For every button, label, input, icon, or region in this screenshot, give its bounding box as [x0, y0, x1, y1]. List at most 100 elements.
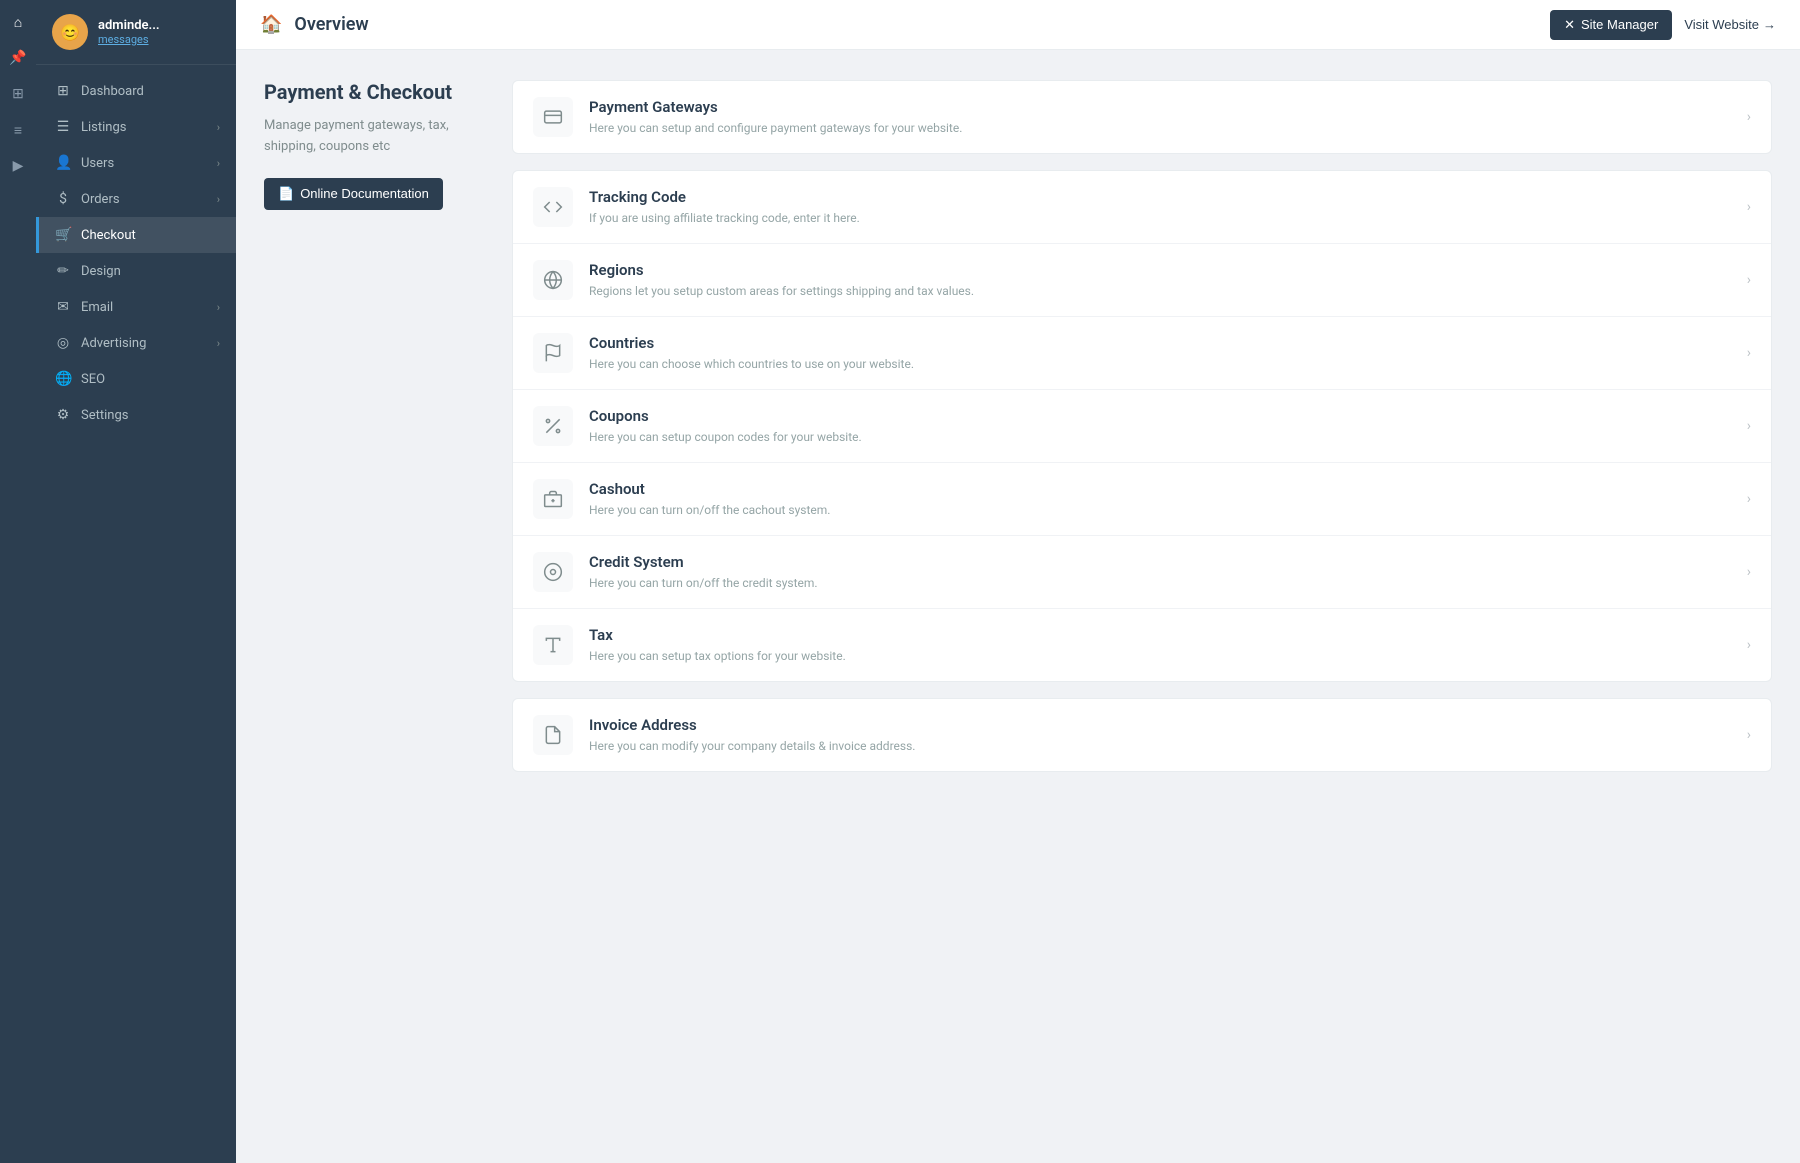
sidebar-item-settings[interactable]: ⚙ Settings [36, 397, 236, 433]
main-area: 🏠 Overview ✕ Site Manager Visit Website … [236, 0, 1800, 1163]
card-item-arrow-cashout: › [1747, 491, 1751, 507]
card-item-title-tax: Tax [589, 626, 1731, 644]
card-item-desc-credit-system: Here you can turn on/off the credit syst… [589, 575, 1731, 592]
card-item-icon-payment-gateways [533, 97, 573, 137]
nav-icon-orders: $ [55, 191, 71, 207]
card-item-arrow-coupons: › [1747, 418, 1751, 434]
card-item-tracking-code[interactable]: Tracking Code If you are using affiliate… [513, 171, 1771, 244]
card-item-text-invoice-address: Invoice Address Here you can modify your… [589, 716, 1731, 755]
card-item-credit-system[interactable]: Credit System Here you can turn on/off t… [513, 536, 1771, 609]
rail-icon-home[interactable]: ⌂ [4, 8, 32, 36]
card-item-title-coupons: Coupons [589, 407, 1731, 425]
docs-icon: 📄 [278, 186, 294, 202]
messages-badge[interactable]: messages [98, 33, 160, 46]
nav-label-users: Users [81, 156, 114, 171]
cards-panel: Payment Gateways Here you can setup and … [512, 80, 1772, 1133]
card-item-tax[interactable]: Tax Here you can setup tax options for y… [513, 609, 1771, 681]
sidebar: 😊 adminde... messages ⊞ Dashboard ☰ List… [36, 0, 236, 1163]
section-desc: Manage payment gateways, tax, shipping, … [264, 116, 484, 158]
rail-icon-pin[interactable]: 📌 [4, 44, 32, 72]
card-payment-gateways-card: Payment Gateways Here you can setup and … [512, 80, 1772, 154]
nav-icon-seo: 🌐 [55, 371, 71, 387]
card-item-icon-cashout [533, 479, 573, 519]
card-item-icon-tax [533, 625, 573, 665]
card-item-title-countries: Countries [589, 334, 1731, 352]
sidebar-item-listings[interactable]: ☰ Listings › [36, 109, 236, 145]
nav-label-dashboard: Dashboard [81, 84, 144, 99]
sidebar-item-email[interactable]: ✉ Email › [36, 289, 236, 325]
nav-arrow-users: › [217, 157, 220, 170]
card-item-desc-countries: Here you can choose which countries to u… [589, 356, 1731, 373]
nav-arrow-advertising: › [217, 337, 220, 350]
card-item-arrow-invoice-address: › [1747, 727, 1751, 743]
card-item-title-payment-gateways: Payment Gateways [589, 98, 1731, 116]
nav-arrow-listings: › [217, 121, 220, 134]
nav-label-listings: Listings [81, 120, 126, 135]
sidebar-item-advertising[interactable]: ◎ Advertising › [36, 325, 236, 361]
sidebar-header: 😊 adminde... messages [36, 0, 236, 65]
icon-rail: ⌂ 📌 ⊞ ≡ ▶ [0, 0, 36, 1163]
nav-icon-settings: ⚙ [55, 407, 71, 423]
nav-arrow-orders: › [217, 193, 220, 206]
rail-icon-grid[interactable]: ⊞ [4, 80, 32, 108]
nav-arrow-email: › [217, 301, 220, 314]
card-item-title-invoice-address: Invoice Address [589, 716, 1731, 734]
nav-icon-email: ✉ [55, 299, 71, 315]
sidebar-item-design[interactable]: ✏ Design [36, 253, 236, 289]
nav-label-advertising: Advertising [81, 336, 146, 351]
card-item-text-regions: Regions Regions let you setup custom are… [589, 261, 1731, 300]
sidebar-item-seo[interactable]: 🌐 SEO [36, 361, 236, 397]
card-item-desc-invoice-address: Here you can modify your company details… [589, 738, 1731, 755]
card-item-desc-coupons: Here you can setup coupon codes for your… [589, 429, 1731, 446]
sidebar-nav: ⊞ Dashboard ☰ Listings › 👤 Users › $ Ord… [36, 65, 236, 1163]
card-item-regions[interactable]: Regions Regions let you setup custom are… [513, 244, 1771, 317]
card-item-arrow-credit-system: › [1747, 564, 1751, 580]
rail-icon-list[interactable]: ≡ [4, 116, 32, 144]
left-panel: Payment & Checkout Manage payment gatewa… [264, 80, 484, 1133]
nav-icon-listings: ☰ [55, 119, 71, 135]
page-title: Overview [294, 14, 1538, 35]
sidebar-item-orders[interactable]: $ Orders › [36, 181, 236, 217]
sidebar-item-checkout[interactable]: 🛒 Checkout [36, 217, 236, 253]
card-item-text-cashout: Cashout Here you can turn on/off the cac… [589, 480, 1731, 519]
nav-label-email: Email [81, 300, 113, 315]
docs-button-label: Online Documentation [300, 186, 429, 201]
card-item-icon-countries [533, 333, 573, 373]
card-item-text-credit-system: Credit System Here you can turn on/off t… [589, 553, 1731, 592]
card-item-icon-invoice-address [533, 715, 573, 755]
card-item-coupons[interactable]: Coupons Here you can setup coupon codes … [513, 390, 1771, 463]
docs-button[interactable]: 📄 Online Documentation [264, 178, 443, 210]
topbar-home-icon: 🏠 [260, 14, 282, 35]
nav-label-checkout: Checkout [81, 228, 136, 243]
card-item-countries[interactable]: Countries Here you can choose which coun… [513, 317, 1771, 390]
rail-icon-play[interactable]: ▶ [4, 152, 32, 180]
card-item-icon-credit-system [533, 552, 573, 592]
nav-label-seo: SEO [81, 372, 105, 387]
card-item-payment-gateways[interactable]: Payment Gateways Here you can setup and … [513, 81, 1771, 153]
sidebar-item-users[interactable]: 👤 Users › [36, 145, 236, 181]
card-item-cashout[interactable]: Cashout Here you can turn on/off the cac… [513, 463, 1771, 536]
avatar: 😊 [52, 14, 88, 50]
card-item-arrow-tracking-code: › [1747, 199, 1751, 215]
nav-label-design: Design [81, 264, 121, 279]
card-item-text-tracking-code: Tracking Code If you are using affiliate… [589, 188, 1731, 227]
content-area: Payment & Checkout Manage payment gatewa… [236, 50, 1800, 1163]
user-info: adminde... messages [98, 18, 160, 46]
card-item-invoice-address[interactable]: Invoice Address Here you can modify your… [513, 699, 1771, 771]
card-item-title-tracking-code: Tracking Code [589, 188, 1731, 206]
card-main-settings-card: Tracking Code If you are using affiliate… [512, 170, 1772, 682]
card-invoice-card: Invoice Address Here you can modify your… [512, 698, 1772, 772]
card-item-arrow-tax: › [1747, 637, 1751, 653]
site-manager-button[interactable]: ✕ Site Manager [1550, 10, 1672, 40]
nav-icon-design: ✏ [55, 263, 71, 279]
visit-website-button[interactable]: Visit Website → [1684, 17, 1776, 32]
sidebar-item-dashboard[interactable]: ⊞ Dashboard [36, 73, 236, 109]
card-item-text-payment-gateways: Payment Gateways Here you can setup and … [589, 98, 1731, 137]
section-title: Payment & Checkout [264, 80, 484, 104]
visit-website-arrow-icon: → [1763, 17, 1776, 32]
nav-label-orders: Orders [81, 192, 120, 207]
card-item-text-countries: Countries Here you can choose which coun… [589, 334, 1731, 373]
card-item-text-coupons: Coupons Here you can setup coupon codes … [589, 407, 1731, 446]
card-item-title-regions: Regions [589, 261, 1731, 279]
card-item-icon-coupons [533, 406, 573, 446]
